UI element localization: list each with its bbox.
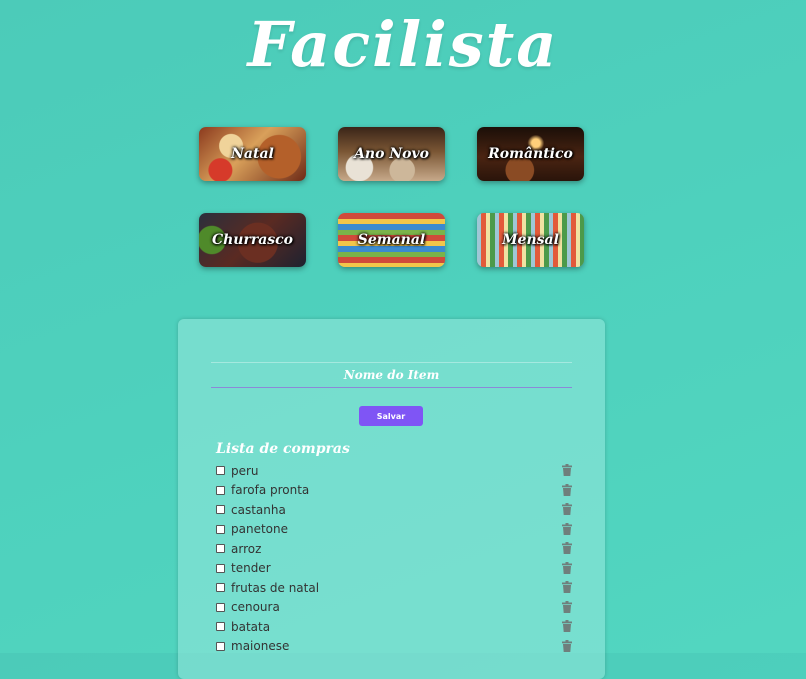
category-label: Semanal (357, 232, 426, 248)
category-mensal[interactable]: Mensal (477, 213, 584, 267)
trash-icon[interactable] (562, 581, 572, 593)
item-text: castanha (231, 502, 286, 517)
item-name-input[interactable] (211, 362, 572, 388)
list-item: panetone (216, 520, 572, 540)
category-label: Ano Novo (354, 146, 429, 162)
list-item: peru (216, 461, 572, 481)
item-checkbox[interactable] (216, 544, 225, 554)
item-checkbox[interactable] (216, 641, 225, 651)
trash-icon[interactable] (562, 464, 572, 476)
category-label: Churrasco (211, 232, 294, 248)
item-text: tender (231, 561, 271, 576)
category-label: Natal (231, 146, 274, 162)
list-item: frutas de natal (216, 578, 572, 598)
item-text: batata (231, 619, 271, 634)
list-item: maionese (216, 637, 572, 657)
list-item: tender (216, 559, 572, 579)
item-text: maionese (231, 639, 290, 654)
item-checkbox[interactable] (216, 485, 225, 495)
list-item: castanha (216, 500, 572, 520)
item-text: farofa pronta (231, 483, 310, 498)
list-item: farofa pronta (216, 481, 572, 501)
item-text: peru (231, 463, 259, 478)
category-label: Romântico (488, 146, 573, 162)
item-checkbox[interactable] (216, 622, 225, 632)
list-item: arroz (216, 539, 572, 559)
trash-icon[interactable] (562, 561, 572, 574)
item-text: cenoura (231, 600, 280, 615)
item-text: arroz (231, 541, 262, 556)
shopping-list: peru farofa pronta castanha panetone arroz te… (216, 461, 572, 656)
item-checkbox[interactable] (216, 466, 225, 476)
save-button[interactable]: Salvar (359, 406, 423, 426)
item-text: frutas de natal (231, 580, 320, 595)
item-checkbox[interactable] (216, 583, 225, 593)
category-natal[interactable]: Natal (199, 127, 306, 181)
trash-icon[interactable] (562, 639, 572, 652)
item-checkbox[interactable] (216, 563, 225, 573)
trash-icon[interactable] (562, 542, 572, 554)
list-item: batata (216, 617, 572, 637)
category-grid: Natal Ano Novo Romântico Churrasco Seman… (0, 0, 806, 300)
category-label: Mensal (502, 232, 559, 248)
trash-icon[interactable] (562, 620, 572, 632)
trash-icon[interactable] (562, 522, 572, 535)
list-title: Lista de compras (216, 441, 350, 457)
item-checkbox[interactable] (216, 524, 225, 534)
item-checkbox[interactable] (216, 505, 225, 515)
trash-icon[interactable] (562, 503, 572, 515)
category-romantico[interactable]: Romântico (477, 127, 584, 181)
list-item: cenoura (216, 598, 572, 618)
category-ano-novo[interactable]: Ano Novo (338, 127, 445, 181)
trash-icon[interactable] (562, 600, 572, 613)
category-churrasco[interactable]: Churrasco (199, 213, 306, 267)
category-semanal[interactable]: Semanal (338, 213, 445, 267)
trash-icon[interactable] (562, 483, 572, 496)
item-checkbox[interactable] (216, 602, 225, 612)
shopping-list-panel: Salvar Lista de compras peru farofa pront… (178, 319, 605, 679)
item-text: panetone (231, 522, 288, 537)
